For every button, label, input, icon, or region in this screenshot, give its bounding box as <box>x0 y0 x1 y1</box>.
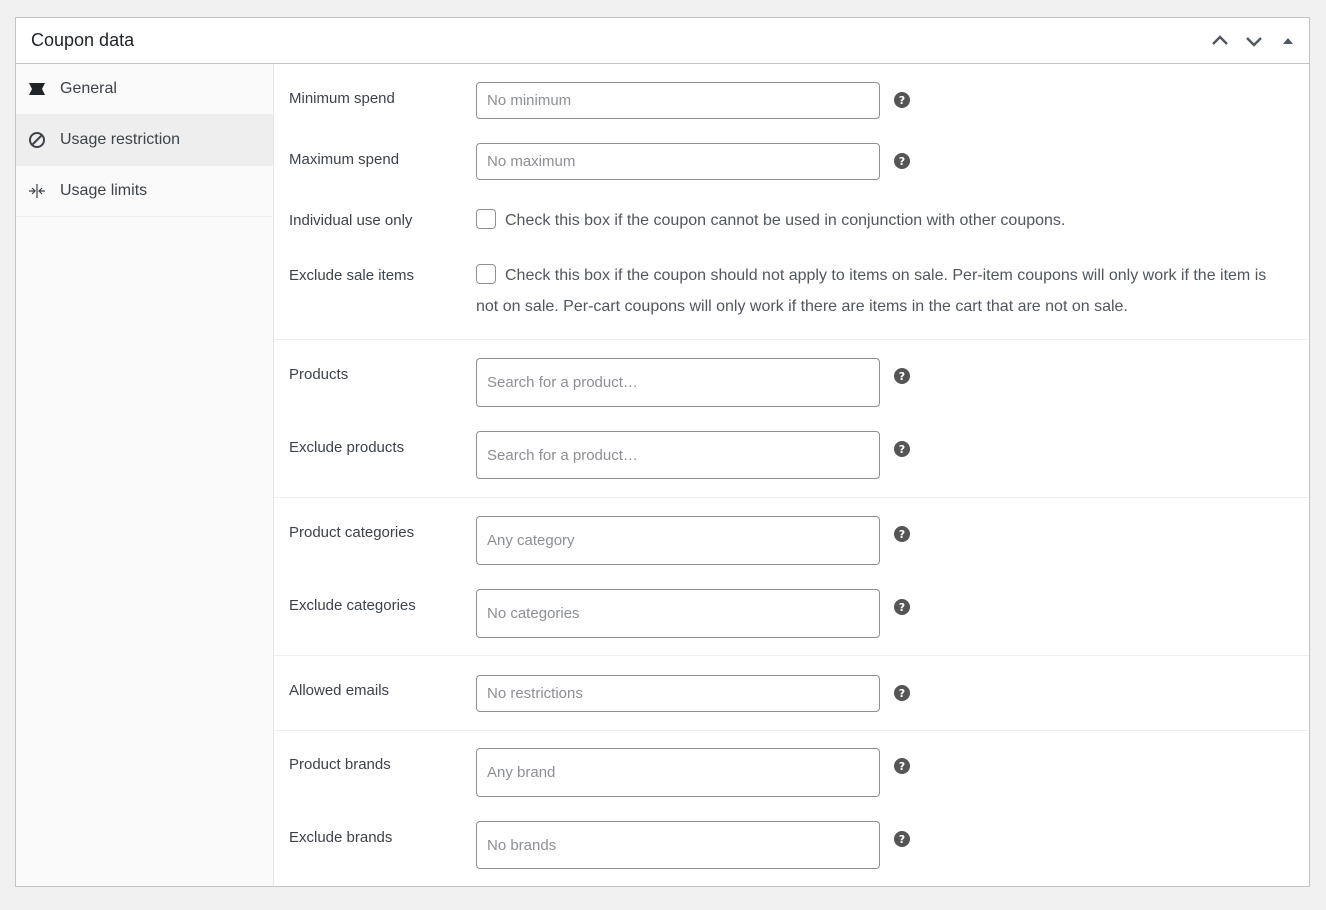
minimum-spend-label: Minimum spend <box>289 90 395 107</box>
tab-label: General <box>60 80 117 97</box>
help-icon[interactable]: ? <box>894 153 910 169</box>
exclude-sale-description-1: Check this box if the coupon should not … <box>505 267 1267 284</box>
allowed-emails-field: Allowed emails No restrictions ? <box>274 675 1309 712</box>
minimum-spend-field: Minimum spend No minimum ? <box>274 82 1309 119</box>
individual-use-field: Individual use only Check this box if th… <box>274 205 1309 236</box>
help-icon[interactable]: ? <box>894 599 910 615</box>
exclude-sale-row: Check this box if the coupon should not … <box>476 260 1296 291</box>
help-icon[interactable]: ? <box>894 685 910 701</box>
products-field: Products Search for a product… ? <box>274 358 1309 407</box>
options-group-categories: Product categories Any category ? Exclud… <box>274 498 1309 656</box>
product-brands-select[interactable]: Any brand <box>476 748 880 797</box>
help-icon[interactable]: ? <box>894 92 910 108</box>
chevron-up-icon <box>1212 34 1228 45</box>
exclude-sale-field: Exclude sale items Check this box if the… <box>274 260 1309 322</box>
options-group-products: Products Search for a product… ? Exclude… <box>274 340 1309 498</box>
tab-usage-limits[interactable]: Usage limits <box>16 166 273 217</box>
options-group-brands: Product brands Any brand ? Exclude brand… <box>274 731 1309 886</box>
individual-use-label: Individual use only <box>289 212 413 229</box>
allowed-emails-label: Allowed emails <box>289 682 390 699</box>
exclude-products-label: Exclude products <box>289 439 405 456</box>
exclude-brands-select[interactable]: No brands <box>476 821 880 869</box>
help-icon[interactable]: ? <box>894 441 910 457</box>
maximum-spend-input[interactable]: No maximum <box>476 143 880 180</box>
tab-usage-restriction[interactable]: Usage restriction <box>16 115 273 166</box>
exclude-products-search-input[interactable]: Search for a product… <box>476 431 880 479</box>
help-icon[interactable]: ? <box>894 368 910 384</box>
chevron-down-icon <box>1246 36 1262 47</box>
coupon-data-box: Coupon data General Usage restriction Us… <box>15 17 1310 887</box>
handle-actions <box>1205 26 1303 56</box>
maximum-spend-label: Maximum spend <box>289 151 400 168</box>
exclude-sale-description-2: not on sale. Per-cart coupons will only … <box>476 298 1128 315</box>
postbox-header: Coupon data <box>16 18 1309 64</box>
maximum-spend-field: Maximum spend No maximum ? <box>274 143 1309 180</box>
help-icon[interactable]: ? <box>894 831 910 847</box>
exclude-categories-field: Exclude categories No categories ? <box>274 589 1309 638</box>
options-group-emails: Allowed emails No restrictions ? <box>274 656 1309 731</box>
help-icon[interactable]: ? <box>894 758 910 774</box>
move-up-button[interactable] <box>1205 26 1235 56</box>
forbidden-icon <box>28 131 46 149</box>
panel-wrap: General Usage restriction Usage limits M… <box>16 64 1309 886</box>
minimum-spend-input[interactable]: No minimum <box>476 82 880 119</box>
arrows-inward-icon <box>28 182 46 200</box>
postbox-title: Coupon data <box>31 30 135 50</box>
usage-restriction-panel: Minimum spend No minimum ? Maximum spend… <box>274 64 1309 886</box>
ticket-icon <box>28 80 46 98</box>
options-group-spend: Minimum spend No minimum ? Maximum spend… <box>274 64 1309 340</box>
exclude-sale-label: Exclude sale items <box>289 267 415 284</box>
exclude-brands-field: Exclude brands No brands ? <box>274 821 1309 869</box>
tab-label: Usage limits <box>60 182 148 199</box>
exclude-products-field: Exclude products Search for a product… ? <box>274 431 1309 479</box>
exclude-brands-label: Exclude brands <box>289 829 393 846</box>
exclude-categories-select[interactable]: No categories <box>476 589 880 638</box>
product-categories-field: Product categories Any category ? <box>274 516 1309 565</box>
tab-general[interactable]: General <box>16 64 273 115</box>
coupon-tabs: General Usage restriction Usage limits <box>16 64 274 886</box>
exclude-categories-label: Exclude categories <box>289 597 416 614</box>
products-label: Products <box>289 366 349 383</box>
product-brands-field: Product brands Any brand ? <box>274 748 1309 797</box>
individual-use-checkbox[interactable] <box>476 209 496 229</box>
help-icon[interactable]: ? <box>894 526 910 542</box>
products-search-input[interactable]: Search for a product… <box>476 358 880 407</box>
allowed-emails-input[interactable]: No restrictions <box>476 675 880 712</box>
product-categories-select[interactable]: Any category <box>476 516 880 565</box>
exclude-sale-body: Check this box if the coupon should not … <box>476 260 1296 322</box>
exclude-sale-checkbox[interactable] <box>476 264 496 284</box>
triangle-up-icon <box>1283 37 1293 44</box>
product-brands-label: Product brands <box>289 756 391 773</box>
product-categories-label: Product categories <box>289 524 415 541</box>
move-down-button[interactable] <box>1239 26 1269 56</box>
toggle-panel-button[interactable] <box>1273 26 1303 56</box>
tab-label: Usage restriction <box>60 131 181 148</box>
individual-use-description: Check this box if the coupon cannot be u… <box>505 212 1066 229</box>
